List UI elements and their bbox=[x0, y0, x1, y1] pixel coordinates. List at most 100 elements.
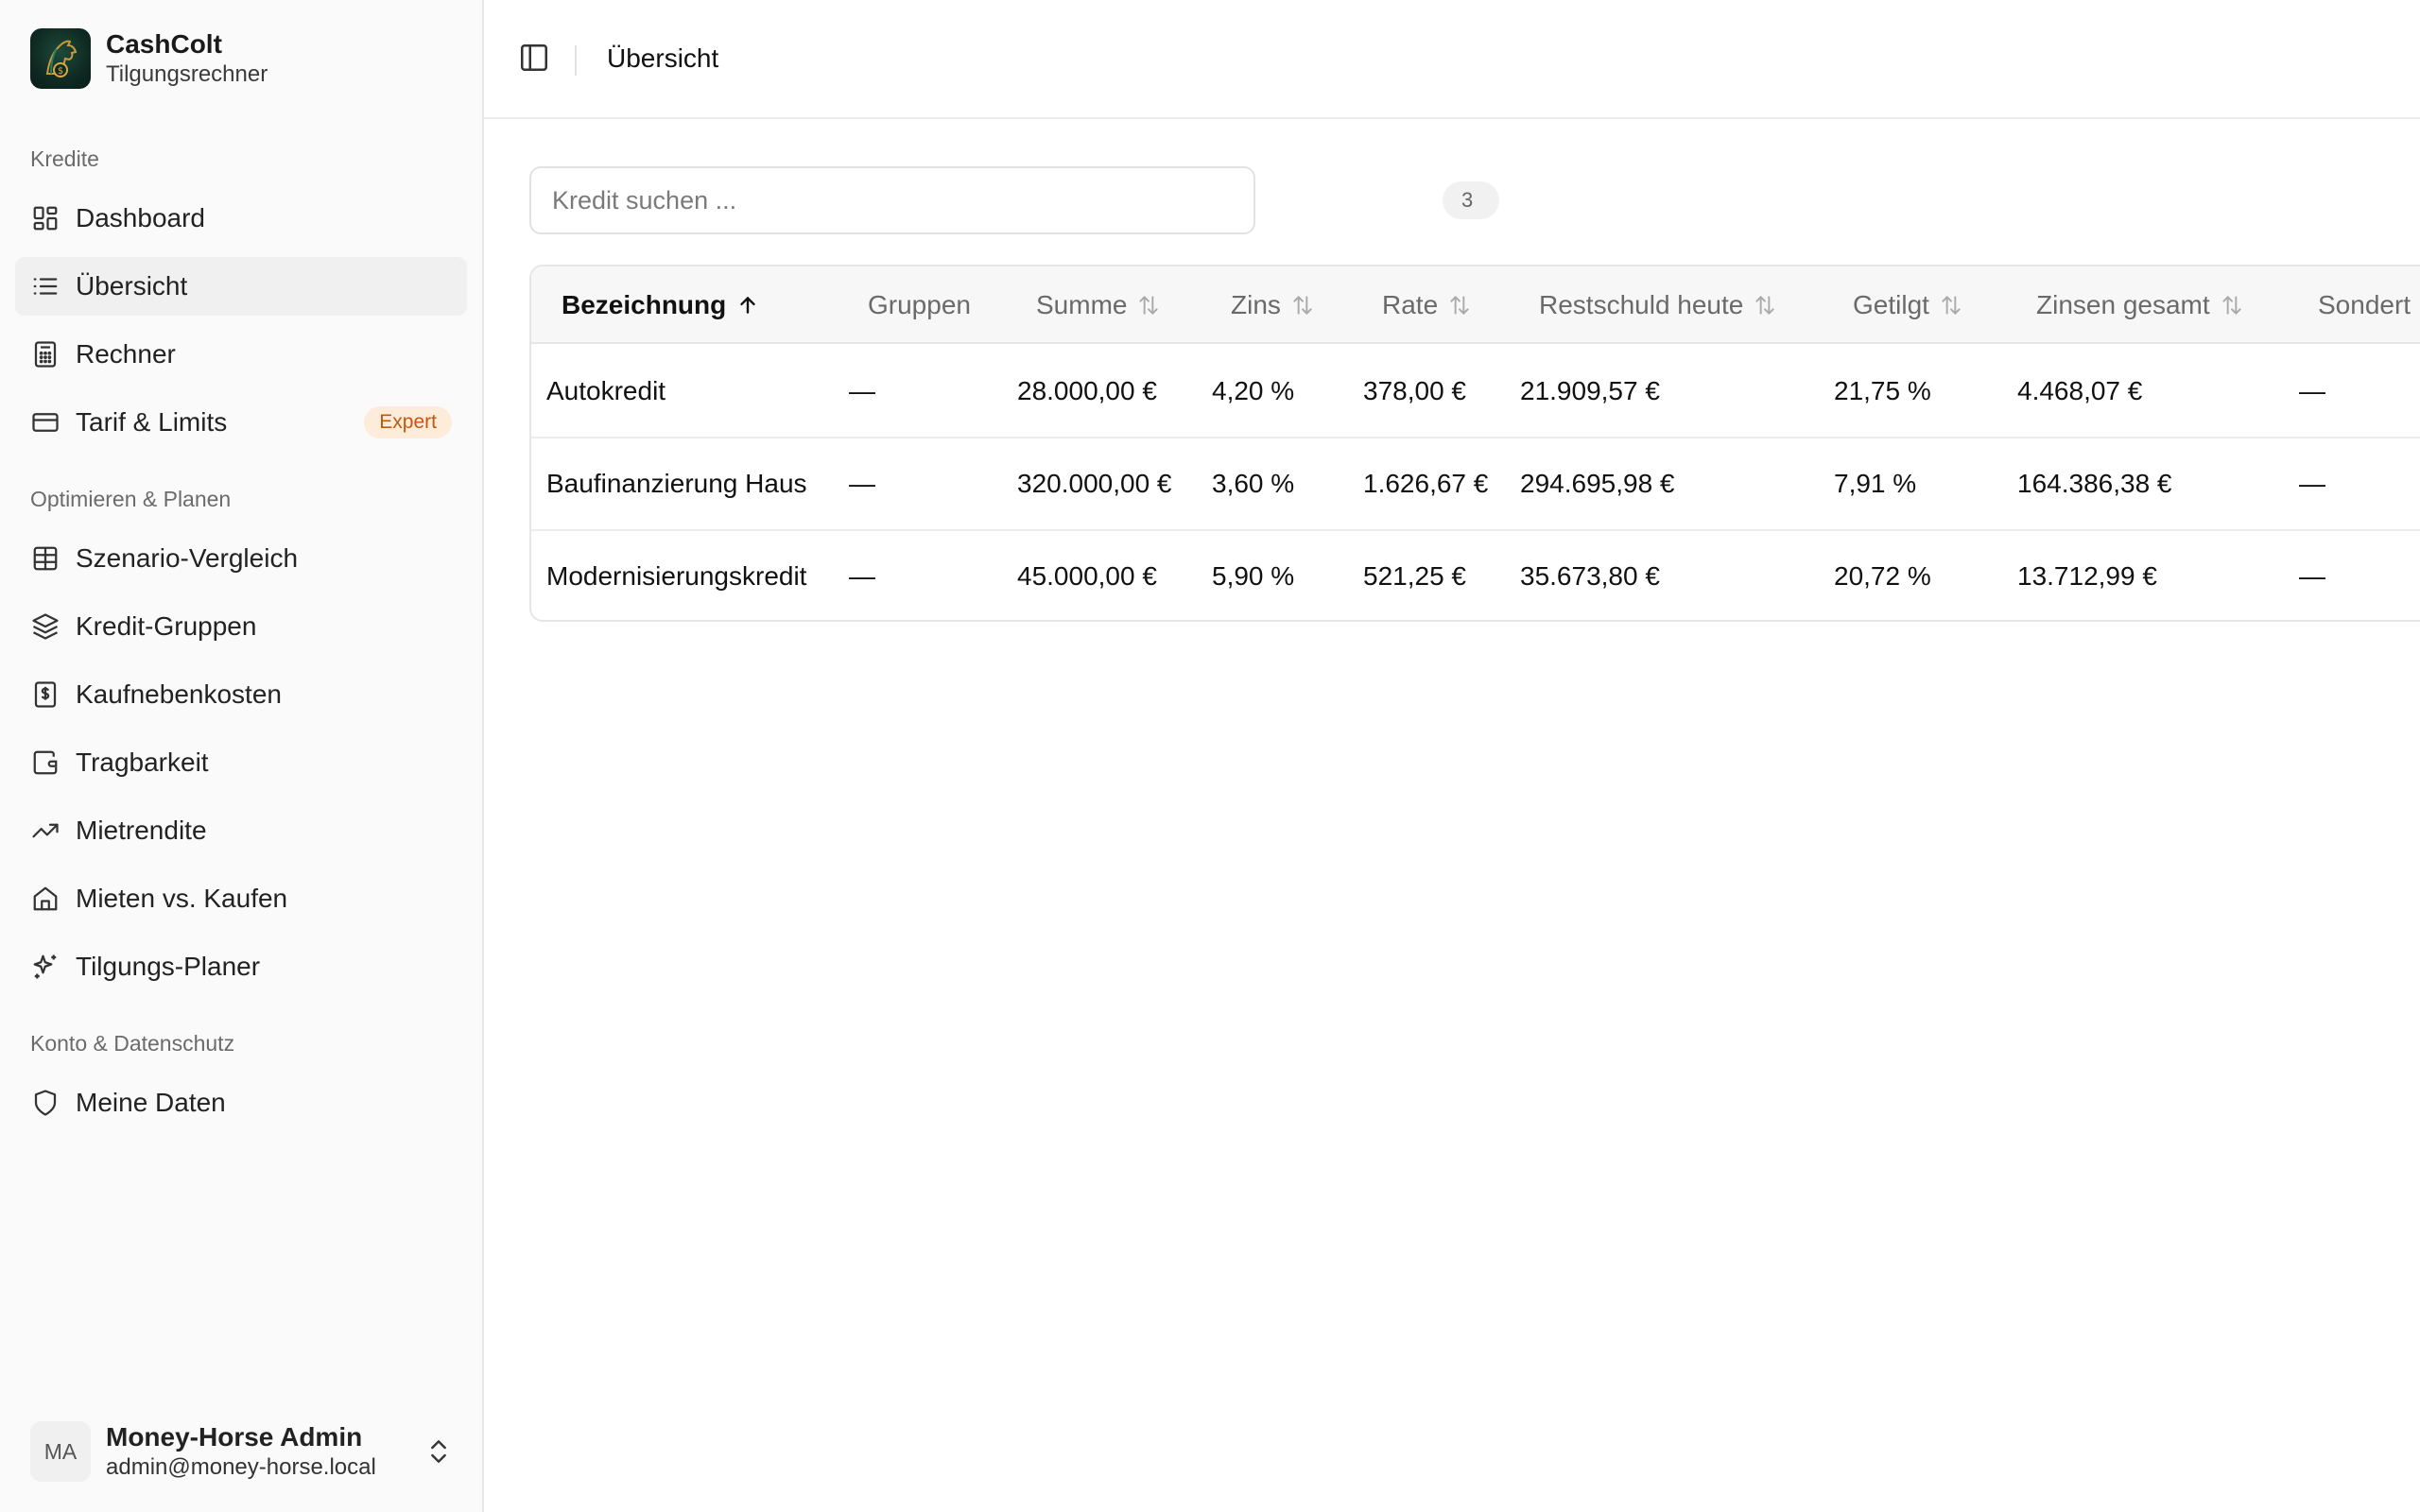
cell-zinsen-gesamt: 164.386,38 € bbox=[2017, 469, 2172, 498]
column-header-gruppen[interactable]: Gruppen bbox=[868, 266, 971, 344]
column-header-summe[interactable]: Summe bbox=[1036, 266, 1161, 344]
shield-icon bbox=[30, 1088, 60, 1118]
column-header-zins[interactable]: Zins bbox=[1231, 266, 1315, 344]
cell-restschuld: 294.695,98 € bbox=[1520, 469, 1675, 498]
sidebar-item-label: Tragbarkeit bbox=[76, 747, 209, 777]
app-root: $ CashColt Tilgungsrechner Kredite Dashb… bbox=[0, 0, 2420, 1512]
sidebar-item-label: Tarif & Limits bbox=[76, 407, 228, 437]
cell-getilgt: 21,75 % bbox=[1834, 376, 1931, 405]
table-row[interactable]: Baufinanzierung Haus — 320.000,00 € 3,60… bbox=[531, 438, 2420, 531]
column-header-restschuld[interactable]: Restschuld heute bbox=[1539, 266, 1777, 344]
cell-rate: 521,25 € bbox=[1363, 561, 1466, 591]
section-label-optimieren: Optimieren & Planen bbox=[30, 487, 232, 511]
brand-name: CashColt bbox=[106, 29, 222, 59]
svg-text:$: $ bbox=[58, 66, 63, 77]
cell-bezeichnung: Modernisierungskredit bbox=[546, 561, 807, 591]
sidebar-item-szenario-vergleich[interactable]: Szenario-Vergleich bbox=[15, 529, 467, 588]
sidebar-item-tilgungs-planer[interactable]: Tilgungs-Planer bbox=[15, 937, 467, 996]
horse-logo-icon: $ bbox=[30, 28, 91, 89]
cell-zins: 3,60 % bbox=[1212, 469, 1295, 498]
cell-bezeichnung: Baufinanzierung Haus bbox=[546, 469, 807, 498]
brand[interactable]: $ CashColt Tilgungsrechner bbox=[30, 28, 268, 89]
receipt-dollar-icon bbox=[30, 679, 60, 710]
sidebar-item-kredit-gruppen[interactable]: Kredit-Gruppen bbox=[15, 597, 467, 656]
count-badge: 3 bbox=[1443, 181, 1499, 219]
table-row[interactable]: Modernisierungskredit — 45.000,00 € 5,90… bbox=[531, 531, 2420, 620]
sidebar-item-label: Kredit-Gruppen bbox=[76, 611, 257, 641]
sort-both-icon bbox=[1450, 296, 1469, 315]
cell-sondertilgung: — bbox=[2299, 376, 2325, 405]
cell-gruppen: — bbox=[849, 376, 875, 405]
column-header-rate[interactable]: Rate bbox=[1382, 266, 1472, 344]
section-label-kredite: Kredite bbox=[30, 146, 99, 171]
cell-getilgt: 20,72 % bbox=[1834, 561, 1931, 591]
cell-bezeichnung: Autokredit bbox=[546, 376, 666, 405]
home-icon bbox=[30, 884, 60, 914]
cell-zinsen-gesamt: 13.712,99 € bbox=[2017, 561, 2157, 591]
page-title: Übersicht bbox=[607, 43, 719, 73]
layout-dashboard-icon bbox=[30, 203, 60, 233]
user-menu[interactable]: MA Money-Horse Admin admin@money-horse.l… bbox=[30, 1418, 454, 1486]
cell-summe: 45.000,00 € bbox=[1017, 561, 1157, 591]
section-label-konto: Konto & Datenschutz bbox=[30, 1031, 235, 1056]
sidebar-item-label: Mietrendite bbox=[76, 816, 207, 845]
sort-both-icon bbox=[1942, 296, 1961, 315]
cell-restschuld: 21.909,57 € bbox=[1520, 376, 1660, 405]
cell-zins: 5,90 % bbox=[1212, 561, 1295, 591]
table-row[interactable]: Autokredit — 28.000,00 € 4,20 % 378,00 €… bbox=[531, 346, 2420, 438]
layers-icon bbox=[30, 611, 60, 642]
sort-both-icon bbox=[1755, 296, 1775, 315]
sidebar-item-mietrendite[interactable]: Mietrendite bbox=[15, 801, 467, 860]
cell-gruppen: — bbox=[849, 561, 875, 591]
user-name: Money-Horse Admin bbox=[106, 1422, 363, 1452]
chevrons-up-down-icon[interactable] bbox=[424, 1436, 454, 1467]
sort-both-icon bbox=[1139, 296, 1159, 315]
user-email: admin@money-horse.local bbox=[106, 1454, 376, 1480]
column-header-getilgt[interactable]: Getilgt bbox=[1853, 266, 1963, 344]
cell-zins: 4,20 % bbox=[1212, 376, 1295, 405]
table-icon bbox=[30, 543, 60, 574]
sidebar-item-label: Rechner bbox=[76, 339, 176, 369]
cell-rate: 378,00 € bbox=[1363, 376, 1466, 405]
sort-both-icon bbox=[2221, 296, 2241, 315]
sparkles-icon bbox=[30, 952, 60, 982]
cell-summe: 28.000,00 € bbox=[1017, 376, 1157, 405]
calculator-icon bbox=[30, 339, 60, 369]
sidebar-item-label: Dashboard bbox=[76, 203, 205, 232]
cell-rate: 1.626,67 € bbox=[1363, 469, 1489, 498]
sort-both-icon bbox=[1293, 296, 1312, 315]
search-input[interactable] bbox=[529, 166, 1255, 234]
sidebar-item-label: Tilgungs-Planer bbox=[76, 952, 261, 981]
cell-zinsen-gesamt: 4.468,07 € bbox=[2017, 376, 2143, 405]
sidebar-item-meine-daten[interactable]: Meine Daten bbox=[15, 1074, 467, 1132]
credit-card-icon bbox=[30, 407, 60, 438]
sidebar-item-mieten-vs-kaufen[interactable]: Mieten vs. Kaufen bbox=[15, 869, 467, 928]
list-icon bbox=[30, 271, 60, 301]
sidebar-item-label: Mieten vs. Kaufen bbox=[76, 884, 288, 913]
cell-sondertilgung: — bbox=[2299, 561, 2325, 591]
avatar: MA bbox=[30, 1421, 91, 1482]
sidebar-item-label: Szenario-Vergleich bbox=[76, 543, 299, 573]
panel-left-icon bbox=[518, 42, 550, 78]
sidebar-item-tarif-limits[interactable]: Tarif & Limits Expert bbox=[15, 393, 467, 452]
sidebar-item-kaufnebenkosten[interactable]: Kaufnebenkosten bbox=[15, 665, 467, 724]
topbar: Übersicht bbox=[484, 0, 2420, 119]
sidebar-item-tragbarkeit[interactable]: Tragbarkeit bbox=[15, 733, 467, 792]
column-header-zinsen-gesamt[interactable]: Zinsen gesamt bbox=[2036, 266, 2244, 344]
sidebar-item-dashboard[interactable]: Dashboard bbox=[15, 189, 467, 248]
cell-gruppen: — bbox=[849, 469, 875, 498]
sidebar-item-uebersicht[interactable]: Übersicht bbox=[15, 257, 467, 316]
sidebar-item-rechner[interactable]: Rechner bbox=[15, 325, 467, 384]
cell-getilgt: 7,91 % bbox=[1834, 469, 1917, 498]
column-header-sondertilgung[interactable]: Sondert bbox=[2318, 266, 2411, 344]
topbar-divider bbox=[575, 45, 577, 76]
sidebar-toggle-button[interactable] bbox=[516, 42, 552, 77]
cell-summe: 320.000,00 € bbox=[1017, 469, 1172, 498]
table-header: Bezeichnung Gruppen Summe Zins Rate Rest… bbox=[531, 266, 2420, 344]
main-content: Übersicht 3 Bezeichnung Gruppen Summe Zi… bbox=[484, 0, 2420, 1512]
sidebar-item-label: Kaufnebenkosten bbox=[76, 679, 282, 709]
column-header-bezeichnung[interactable]: Bezeichnung bbox=[562, 266, 760, 344]
credits-table: Bezeichnung Gruppen Summe Zins Rate Rest… bbox=[529, 265, 2420, 622]
wallet-icon bbox=[30, 747, 60, 778]
arrow-up-icon bbox=[740, 297, 755, 314]
